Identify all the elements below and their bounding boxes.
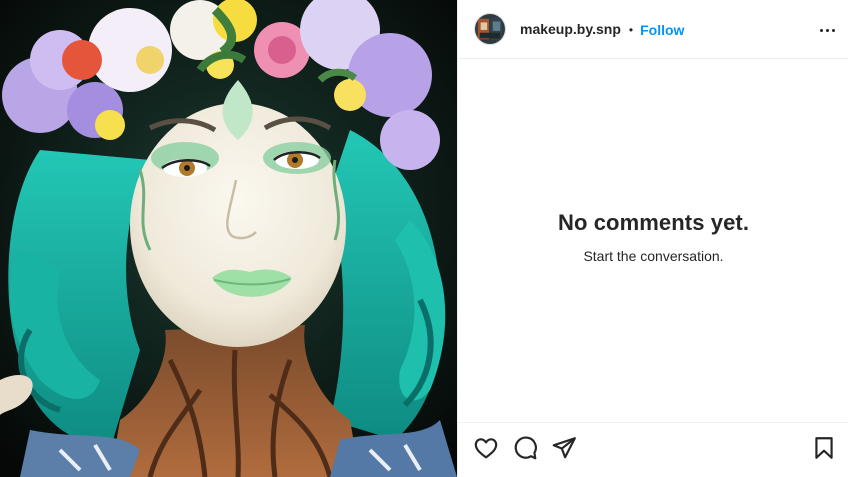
post-photo	[0, 0, 457, 477]
heart-icon[interactable]	[473, 435, 499, 461]
username-link[interactable]: makeup.by.snp	[520, 21, 621, 37]
paper-plane-icon[interactable]	[551, 435, 577, 461]
header-separator: •	[628, 23, 634, 37]
post-side-panel: makeup.by.snp • Follow No comments yet. …	[457, 0, 848, 477]
profile-avatar[interactable]	[474, 13, 506, 45]
empty-comments-subtitle: Start the conversation.	[583, 248, 724, 264]
bookmark-icon[interactable]	[811, 435, 837, 461]
more-dot	[819, 28, 823, 32]
instagram-post: makeup.by.snp • Follow No comments yet. …	[0, 0, 848, 477]
post-media[interactable]	[0, 0, 457, 477]
avatar-image	[475, 14, 505, 44]
more-dot	[831, 28, 835, 32]
comments-empty-state: No comments yet. Start the conversation.	[458, 210, 848, 264]
follow-button[interactable]: Follow	[640, 22, 684, 38]
comment-bubble-icon[interactable]	[512, 435, 538, 461]
more-dot	[825, 28, 829, 32]
post-actions-bar	[458, 422, 848, 477]
more-options-icon[interactable]	[815, 18, 839, 42]
post-header: makeup.by.snp • Follow	[458, 0, 848, 59]
empty-comments-title: No comments yet.	[557, 210, 750, 235]
